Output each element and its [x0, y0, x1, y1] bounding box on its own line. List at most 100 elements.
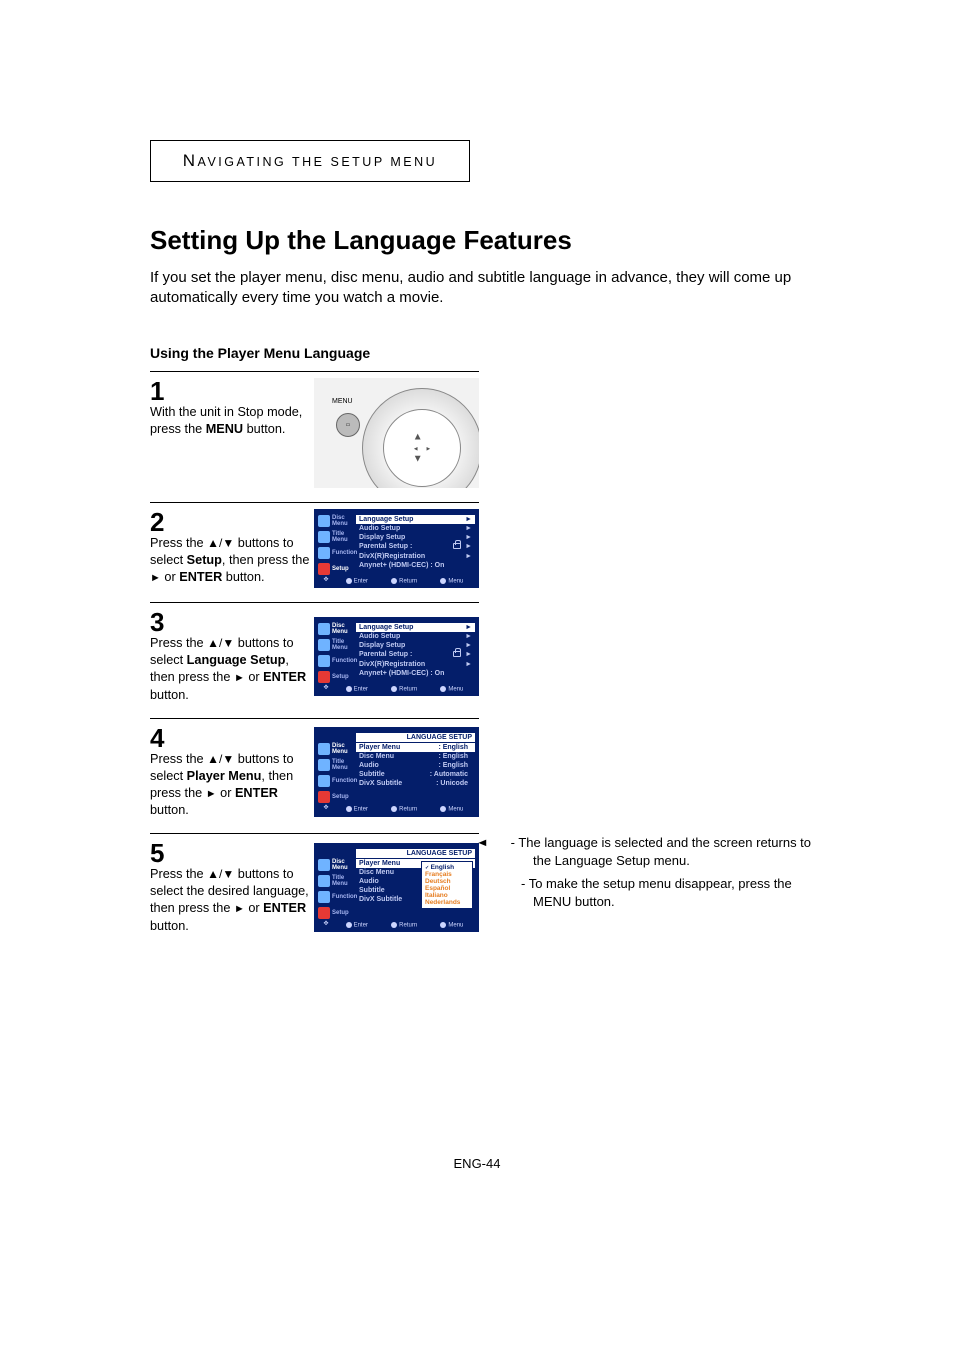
nav-cross-icon: ✥: [318, 920, 334, 927]
osd-side-disc: Disc Menu: [318, 743, 356, 755]
osd-side-title: Title Menu: [318, 759, 356, 771]
osd-title: LANGUAGE SETUP: [356, 733, 475, 742]
step-2: 2 Press the / buttons to select Setup, t…: [150, 503, 824, 603]
step-number: 4: [150, 725, 314, 751]
osd-side-title: Title Menu: [318, 639, 356, 651]
right-arrow-icon: [234, 902, 245, 915]
osd-row: Parental Setup :►: [356, 542, 475, 552]
osd-footer: EnterReturnMenu: [334, 686, 475, 693]
osd-row: Anynet+ (HDMI-CEC) : On: [356, 669, 475, 678]
up-down-arrows-icon: /: [207, 537, 234, 549]
step-5: 5 Press the / buttons to select the desi…: [150, 834, 479, 949]
osd-row: DivX(R)Registration►: [356, 660, 475, 669]
function-icon: [318, 775, 330, 787]
step-4-text: 4 Press the / buttons to select Player M…: [150, 725, 314, 820]
function-icon: [318, 891, 330, 903]
osd-row: Audio: English: [356, 761, 475, 770]
language-dropdown: ✓ English Français Deutsch Español Itali…: [421, 861, 473, 909]
osd-side-setup: Setup: [318, 907, 356, 919]
osd-side-function: Function: [318, 655, 356, 667]
osd-row: Parental Setup :►: [356, 650, 475, 660]
osd-row: Disc Menu: English: [356, 752, 475, 761]
title-icon: [318, 531, 330, 543]
function-icon: [318, 547, 330, 559]
osd-title: LANGUAGE SETUP: [356, 849, 475, 858]
osd-row: DivX(R)Registration►: [356, 552, 475, 561]
lock-icon: [453, 651, 461, 657]
section-tab: NAVIGATING THE SETUP MENU: [150, 140, 470, 182]
osd-side-disc: Disc Menu: [318, 515, 356, 527]
osd-footer: EnterReturnMenu: [334, 806, 475, 813]
nav-cross-icon: ✥: [318, 804, 334, 811]
osd-screen-2: Disc Menu Title Menu Function Setup Lang…: [314, 509, 479, 589]
nav-cross-icon: ✥: [318, 684, 334, 691]
osd-side-function: Function: [318, 547, 356, 559]
setup-icon: [318, 671, 330, 683]
step-4: 4 Press the / buttons to select Player M…: [150, 719, 824, 834]
osd-side-function: Function: [318, 891, 356, 903]
osd-screen-4: LANGUAGE SETUP Disc Menu Title Menu Func…: [314, 727, 479, 817]
osd-row: Anynet+ (HDMI-CEC) : On: [356, 561, 475, 570]
osd-row: DivX Subtitle: Unicode: [356, 779, 475, 788]
sub-heading: Using the Player Menu Language: [150, 345, 824, 361]
right-arrow-icon: [206, 787, 217, 800]
disc-icon: [318, 515, 330, 527]
step-1-text: 1 With the unit in Stop mode, press the …: [150, 378, 314, 488]
setup-icon: [318, 563, 330, 575]
setup-icon: [318, 907, 330, 919]
step-number: 3: [150, 609, 314, 635]
osd-row: Audio Setup►: [356, 524, 475, 533]
lock-icon: [453, 543, 461, 549]
osd-side-setup: Setup: [318, 563, 356, 575]
step-3-text: 3 Press the / buttons to select Language…: [150, 609, 314, 704]
osd-row: Audio Setup►: [356, 632, 475, 641]
right-arrow-icon: [150, 571, 161, 584]
title-icon: [318, 759, 330, 771]
dropdown-option: Deutsch: [424, 878, 470, 885]
up-down-arrows-icon: /: [207, 637, 234, 649]
step-number: 1: [150, 378, 314, 404]
function-icon: [318, 655, 330, 667]
osd-side-setup: Setup: [318, 791, 356, 803]
dropdown-option: ✓ English: [424, 864, 470, 871]
section-tab-text: NAVIGATING THE SETUP MENU: [183, 151, 437, 171]
step-5-text: 5 Press the / buttons to select the desi…: [150, 840, 314, 935]
up-down-arrows-icon: /: [207, 868, 234, 880]
osd-screen-5: LANGUAGE SETUP Disc Menu Title Menu Func…: [314, 843, 479, 933]
remote-menu-button-icon: ▭: [336, 413, 360, 437]
page-title: Setting Up the Language Features: [150, 225, 824, 256]
step-3: 3 Press the / buttons to select Language…: [150, 603, 824, 718]
step-2-text: 2 Press the / buttons to select Setup, t…: [150, 509, 314, 589]
osd-row: Player Menu: English: [356, 743, 475, 752]
osd-side-title: Title Menu: [318, 875, 356, 887]
up-down-arrows-icon: /: [207, 753, 234, 765]
page-number: ENG-44: [0, 1156, 954, 1171]
nav-cross-icon: ✥: [318, 576, 334, 583]
osd-side-title: Title Menu: [318, 531, 356, 543]
remote-illustration: ▲◄ ►▼ MENU ▭: [314, 378, 479, 488]
setup-icon: [318, 791, 330, 803]
disc-icon: [318, 623, 330, 635]
title-icon: [318, 875, 330, 887]
title-icon: [318, 639, 330, 651]
osd-side-function: Function: [318, 775, 356, 787]
dropdown-option: Italiano: [424, 892, 470, 899]
right-arrow-icon: [234, 671, 245, 684]
dropdown-option: Español: [424, 885, 470, 892]
result-notes: - The language is selected and the scree…: [507, 834, 824, 949]
osd-side-setup: Setup: [318, 671, 356, 683]
intro-paragraph: If you set the player menu, disc menu, a…: [150, 268, 824, 309]
remote-menu-label: MENU: [332, 398, 353, 405]
osd-row: Subtitle: Automatic: [356, 770, 475, 779]
step-1: 1 With the unit in Stop mode, press the …: [150, 372, 824, 502]
step-number: 5: [150, 840, 314, 866]
osd-footer: EnterReturnMenu: [334, 922, 475, 929]
osd-side-disc: Disc Menu: [318, 859, 356, 871]
disc-icon: [318, 743, 330, 755]
dropdown-option: Français: [424, 871, 470, 878]
osd-footer: EnterReturnMenu: [334, 578, 475, 585]
osd-row: Language Setup►: [356, 515, 475, 524]
osd-row: Language Setup►: [356, 623, 475, 632]
osd-screen-3: Disc Menu Title Menu Function Setup Lang…: [314, 617, 479, 697]
osd-side-disc: Disc Menu: [318, 623, 356, 635]
